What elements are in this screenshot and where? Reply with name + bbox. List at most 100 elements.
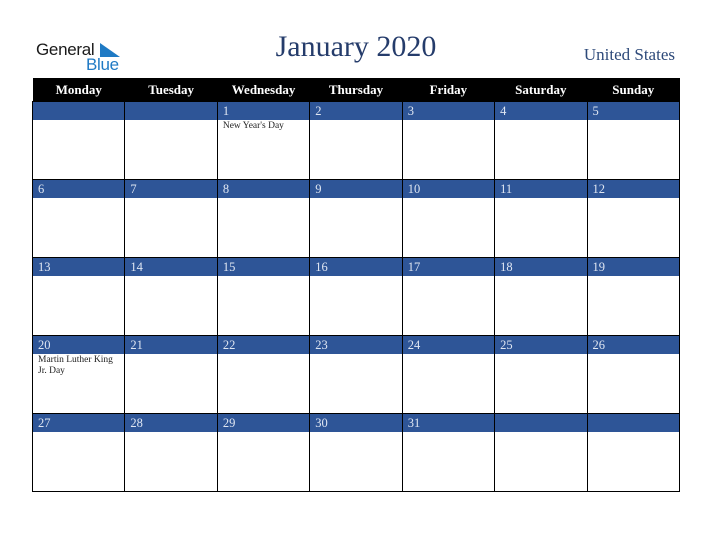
day-number: 13 bbox=[33, 258, 125, 276]
day-cell[interactable]: 22 bbox=[216, 335, 311, 414]
week-row: 6 7 8 9 10 11 12 bbox=[31, 179, 681, 258]
holiday-label bbox=[125, 432, 216, 491]
holiday-label bbox=[495, 120, 586, 179]
day-number: 31 bbox=[402, 414, 495, 432]
holiday-label bbox=[588, 198, 679, 257]
day-cell[interactable]: 5 bbox=[586, 101, 681, 180]
holiday-label bbox=[33, 120, 124, 179]
day-cell[interactable]: 6 bbox=[31, 179, 126, 258]
day-number: 19 bbox=[587, 258, 679, 276]
holiday-label bbox=[33, 432, 124, 491]
day-cell[interactable]: 13 bbox=[31, 257, 126, 336]
week-row: 27 28 29 30 31 bbox=[31, 413, 681, 492]
holiday-label bbox=[588, 432, 679, 491]
day-cell[interactable]: 27 bbox=[31, 413, 126, 492]
day-number: 27 bbox=[33, 414, 125, 432]
day-cell[interactable]: 24 bbox=[401, 335, 496, 414]
day-cell[interactable] bbox=[494, 413, 588, 492]
day-cell[interactable]: 18 bbox=[494, 257, 588, 336]
holiday-label bbox=[218, 354, 309, 413]
day-cell[interactable]: 9 bbox=[309, 179, 403, 258]
day-number: 12 bbox=[587, 180, 679, 198]
holiday-label bbox=[218, 198, 309, 257]
holiday-label bbox=[403, 276, 494, 335]
day-number: 30 bbox=[310, 414, 402, 432]
day-cell[interactable] bbox=[124, 101, 218, 180]
holiday-label bbox=[125, 198, 216, 257]
day-number: 3 bbox=[402, 102, 495, 120]
holiday-label: New Year's Day bbox=[222, 121, 284, 131]
holiday-label bbox=[495, 432, 586, 491]
holiday-label bbox=[310, 354, 401, 413]
day-number: 1 bbox=[217, 102, 310, 120]
weekday-header: Friday bbox=[402, 78, 495, 102]
weekday-header-row: Monday Tuesday Wednesday Thursday Friday… bbox=[32, 78, 680, 102]
day-cell[interactable]: 1 New Year's Day bbox=[216, 101, 311, 180]
day-cell[interactable]: 23 bbox=[309, 335, 403, 414]
day-cell[interactable]: 31 bbox=[401, 413, 496, 492]
holiday-label bbox=[495, 276, 586, 335]
day-number: 24 bbox=[402, 336, 495, 354]
holiday-label: Martin Luther King Jr. Day bbox=[38, 355, 113, 376]
day-number: 8 bbox=[217, 180, 310, 198]
day-number: 4 bbox=[495, 102, 587, 120]
day-number: 2 bbox=[310, 102, 402, 120]
day-cell[interactable]: 26 bbox=[586, 335, 681, 414]
holiday-label bbox=[310, 276, 401, 335]
country-label: United States bbox=[583, 45, 675, 64]
day-cell[interactable]: 21 bbox=[124, 335, 218, 414]
holiday-label bbox=[588, 276, 679, 335]
holiday-label bbox=[588, 120, 679, 179]
day-number: 16 bbox=[310, 258, 402, 276]
day-cell[interactable]: 25 bbox=[494, 335, 588, 414]
day-number: 15 bbox=[217, 258, 310, 276]
weekday-header: Monday bbox=[32, 78, 125, 102]
holiday-label bbox=[125, 120, 216, 179]
day-number bbox=[125, 102, 217, 120]
day-cell[interactable]: 28 bbox=[124, 413, 218, 492]
day-number: 21 bbox=[125, 336, 217, 354]
day-cell[interactable]: 2 bbox=[309, 101, 403, 180]
day-number: 25 bbox=[495, 336, 587, 354]
day-cell[interactable]: 11 bbox=[494, 179, 588, 258]
calendar-grid: Monday Tuesday Wednesday Thursday Friday… bbox=[31, 78, 681, 492]
day-cell[interactable]: 15 bbox=[216, 257, 311, 336]
day-number: 11 bbox=[495, 180, 587, 198]
day-number: 18 bbox=[495, 258, 587, 276]
day-cell[interactable]: 17 bbox=[401, 257, 496, 336]
holiday-label bbox=[310, 198, 401, 257]
day-number: 23 bbox=[310, 336, 402, 354]
day-number: 20 bbox=[33, 336, 125, 354]
day-cell[interactable]: 30 bbox=[309, 413, 403, 492]
holiday-label bbox=[403, 354, 494, 413]
holiday-label bbox=[495, 198, 586, 257]
holiday-label bbox=[33, 276, 124, 335]
holiday-label bbox=[125, 276, 216, 335]
holiday-label bbox=[403, 432, 494, 491]
day-cell[interactable]: 19 bbox=[586, 257, 681, 336]
day-number: 9 bbox=[310, 180, 402, 198]
day-cell[interactable]: 7 bbox=[124, 179, 218, 258]
day-cell[interactable] bbox=[586, 413, 681, 492]
day-cell[interactable] bbox=[31, 101, 126, 180]
day-number: 29 bbox=[217, 414, 310, 432]
day-cell[interactable]: 3 bbox=[401, 101, 496, 180]
holiday-label bbox=[403, 198, 494, 257]
weekday-header: Wednesday bbox=[217, 78, 310, 102]
day-cell[interactable]: 4 bbox=[494, 101, 588, 180]
day-cell[interactable]: 12 bbox=[586, 179, 681, 258]
day-number: 10 bbox=[402, 180, 495, 198]
holiday-label bbox=[218, 276, 309, 335]
day-cell[interactable]: 10 bbox=[401, 179, 496, 258]
weekday-header: Tuesday bbox=[124, 78, 218, 102]
day-number: 26 bbox=[587, 336, 679, 354]
day-number: 5 bbox=[587, 102, 679, 120]
day-cell[interactable]: 16 bbox=[309, 257, 403, 336]
weekday-header: Thursday bbox=[309, 78, 403, 102]
day-cell[interactable]: 29 bbox=[216, 413, 311, 492]
holiday-label bbox=[495, 354, 586, 413]
holiday-label bbox=[310, 432, 401, 491]
day-cell[interactable]: 8 bbox=[216, 179, 311, 258]
day-cell[interactable]: 20 Martin Luther King Jr. Day bbox=[31, 335, 126, 414]
day-cell[interactable]: 14 bbox=[124, 257, 218, 336]
